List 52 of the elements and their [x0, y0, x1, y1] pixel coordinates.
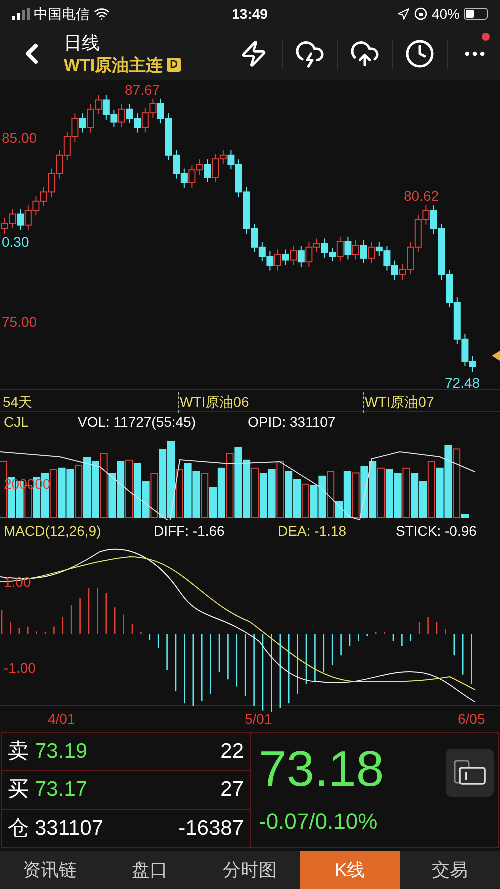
- macd-axis-label: -1.00: [4, 659, 36, 678]
- contract-label: WTI原油07: [363, 392, 434, 413]
- volume-value: VOL: 11727(55:45): [78, 412, 198, 432]
- quote-row-label: 卖: [8, 738, 29, 765]
- price-marker-icon: [492, 351, 500, 361]
- quote-quantity: 22: [220, 738, 244, 765]
- instrument-name: WTI原油主连: [64, 54, 164, 76]
- price-axis-label: 75.00: [2, 313, 38, 332]
- bottom-tab[interactable]: 分时图: [200, 851, 300, 889]
- peak-price-label: 80.62: [404, 187, 440, 206]
- contract-label: WTI原油06: [178, 392, 250, 413]
- cloud-lightning-icon[interactable]: [295, 39, 325, 69]
- macd-indicator-name: MACD(12,26,9): [4, 522, 102, 541]
- contract-days-label: 54天: [3, 393, 33, 412]
- price-axis-label: 0.30: [2, 233, 30, 252]
- quote-price: 331107: [35, 816, 104, 842]
- wifi-icon: [94, 6, 110, 22]
- battery-percent: 40%: [432, 4, 460, 24]
- quote-row-label: 仓: [8, 816, 29, 842]
- low-price-label: 72.48: [445, 374, 480, 393]
- carrier-name: 中国电信: [34, 4, 90, 24]
- quote-row-label: 买: [8, 777, 29, 804]
- date-axis-label: 4/01: [48, 710, 76, 729]
- open-interest-value: OPID: 331107: [248, 412, 336, 432]
- volume-indicator-name: CJL: [4, 412, 30, 432]
- macd-diff-value: DIFF: -1.66: [154, 522, 226, 540]
- quote-quantity: 27: [220, 777, 244, 804]
- signal-icon: [12, 8, 30, 20]
- lightning-icon[interactable]: [240, 40, 268, 68]
- price-axis-label: 85.00: [2, 129, 38, 148]
- clock-icon[interactable]: [405, 39, 435, 69]
- location-icon: [396, 8, 410, 20]
- bottom-tab[interactable]: 盘口: [100, 851, 200, 889]
- date-axis-label: 6/05: [458, 710, 486, 729]
- quote-price: 73.19: [35, 738, 88, 765]
- chart-period-title: 日线: [64, 32, 101, 55]
- battery-icon: [464, 8, 488, 20]
- layout-toggle-button[interactable]: [446, 749, 494, 797]
- last-price: 73.18: [259, 740, 384, 799]
- status-time: 13:49: [232, 4, 268, 24]
- quote-quantity: -16387: [178, 816, 244, 842]
- macd-stick-value: STICK: -0.96: [396, 522, 477, 540]
- high-price-label: 87.67: [125, 81, 160, 100]
- price-change: -0.07/0.10%: [259, 808, 379, 836]
- quote-price: 73.17: [35, 777, 88, 804]
- window-switch-icon: [454, 759, 486, 787]
- date-axis-label: 5/01: [245, 710, 272, 729]
- rotation-lock-icon: [414, 7, 428, 21]
- daily-badge: D: [167, 58, 182, 72]
- macd-dea-value: DEA: -1.18: [278, 522, 348, 540]
- bottom-tab[interactable]: 资讯链: [0, 851, 100, 889]
- bottom-tab[interactable]: 交易: [400, 851, 500, 889]
